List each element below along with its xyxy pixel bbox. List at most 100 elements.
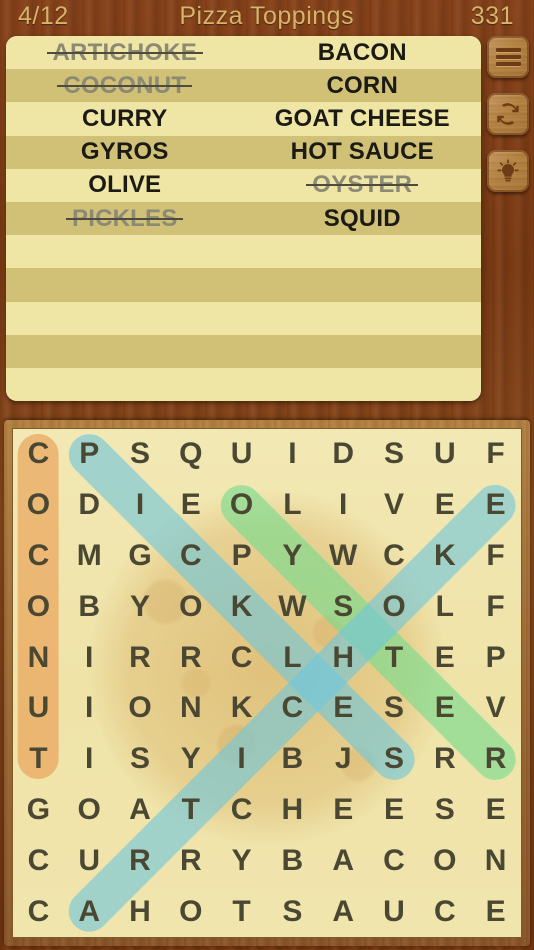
- grid-cell[interactable]: R: [115, 632, 166, 683]
- word-list-item[interactable]: PICKLES: [6, 205, 244, 233]
- grid-cell[interactable]: A: [318, 886, 369, 937]
- grid-cell[interactable]: V: [369, 480, 420, 531]
- grid-cell[interactable]: T: [13, 734, 64, 785]
- grid-cell[interactable]: O: [64, 785, 115, 836]
- grid-cell[interactable]: R: [165, 835, 216, 886]
- grid-cell[interactable]: H: [115, 886, 166, 937]
- grid-cell[interactable]: U: [369, 886, 420, 937]
- grid-cell[interactable]: L: [267, 480, 318, 531]
- grid-cell[interactable]: H: [318, 632, 369, 683]
- grid-cell[interactable]: P: [216, 531, 267, 582]
- grid-cell[interactable]: A: [318, 835, 369, 886]
- word-list-item[interactable]: OLIVE: [6, 171, 244, 199]
- grid-cell[interactable]: L: [267, 632, 318, 683]
- grid-cell[interactable]: Y: [165, 734, 216, 785]
- grid-cell[interactable]: D: [64, 480, 115, 531]
- grid-cell[interactable]: F: [470, 531, 521, 582]
- grid-cell[interactable]: N: [13, 632, 64, 683]
- grid-cell[interactable]: B: [267, 734, 318, 785]
- grid-cell[interactable]: S: [318, 581, 369, 632]
- grid-cell[interactable]: E: [419, 480, 470, 531]
- grid-cell[interactable]: T: [369, 632, 420, 683]
- grid-cell[interactable]: N: [165, 683, 216, 734]
- grid-cell[interactable]: M: [64, 531, 115, 582]
- grid-cell[interactable]: Y: [216, 835, 267, 886]
- grid-cell[interactable]: C: [13, 886, 64, 937]
- grid-cell[interactable]: P: [470, 632, 521, 683]
- grid-cell[interactable]: O: [165, 581, 216, 632]
- grid-cell[interactable]: O: [115, 683, 166, 734]
- grid-cell[interactable]: U: [419, 429, 470, 480]
- word-list-item[interactable]: CURRY: [6, 105, 244, 133]
- grid-cell[interactable]: Y: [115, 581, 166, 632]
- grid-cell[interactable]: Y: [267, 531, 318, 582]
- grid-cell[interactable]: C: [369, 835, 420, 886]
- grid-cell[interactable]: B: [64, 581, 115, 632]
- grid-cell[interactable]: E: [419, 632, 470, 683]
- grid-cell[interactable]: I: [267, 429, 318, 480]
- grid-cell[interactable]: O: [13, 581, 64, 632]
- grid-cell[interactable]: E: [470, 480, 521, 531]
- grid-cell[interactable]: H: [267, 785, 318, 836]
- grid-cell[interactable]: S: [369, 429, 420, 480]
- grid-cell[interactable]: I: [216, 734, 267, 785]
- grid-cell[interactable]: N: [470, 835, 521, 886]
- grid-cell[interactable]: J: [318, 734, 369, 785]
- grid-cell[interactable]: I: [115, 480, 166, 531]
- grid-cell[interactable]: E: [318, 683, 369, 734]
- grid-cell[interactable]: W: [318, 531, 369, 582]
- grid-cell[interactable]: C: [267, 683, 318, 734]
- grid-cell[interactable]: U: [13, 683, 64, 734]
- word-list-item[interactable]: BACON: [244, 39, 482, 67]
- word-list-item[interactable]: SQUID: [244, 205, 482, 233]
- grid-cell[interactable]: A: [115, 785, 166, 836]
- grid-cell[interactable]: L: [419, 581, 470, 632]
- grid-cell[interactable]: I: [64, 632, 115, 683]
- grid-cell[interactable]: I: [318, 480, 369, 531]
- grid-cell[interactable]: T: [165, 785, 216, 836]
- grid-cell[interactable]: R: [115, 835, 166, 886]
- word-list-item[interactable]: CORN: [244, 72, 482, 100]
- grid-cell[interactable]: O: [13, 480, 64, 531]
- word-list-item[interactable]: GYROS: [6, 138, 244, 166]
- grid-cell[interactable]: S: [369, 683, 420, 734]
- grid-cell[interactable]: U: [216, 429, 267, 480]
- grid-cell[interactable]: O: [419, 835, 470, 886]
- grid-cell[interactable]: S: [267, 886, 318, 937]
- grid-cell[interactable]: C: [165, 531, 216, 582]
- grid-cell[interactable]: B: [267, 835, 318, 886]
- grid-cell[interactable]: K: [216, 581, 267, 632]
- menu-button[interactable]: [487, 36, 529, 78]
- grid-cell[interactable]: C: [419, 886, 470, 937]
- grid-cell[interactable]: E: [369, 785, 420, 836]
- grid-cell[interactable]: G: [13, 785, 64, 836]
- word-list-item[interactable]: COCONUT: [6, 72, 244, 100]
- grid-cell[interactable]: S: [419, 785, 470, 836]
- grid-cell[interactable]: C: [13, 531, 64, 582]
- grid-cell[interactable]: E: [419, 683, 470, 734]
- grid-cell[interactable]: Q: [165, 429, 216, 480]
- grid-cell[interactable]: C: [13, 835, 64, 886]
- grid-cell[interactable]: E: [470, 785, 521, 836]
- grid-cell[interactable]: S: [115, 734, 166, 785]
- word-list-item[interactable]: GOAT CHEESE: [244, 105, 482, 133]
- grid-cell[interactable]: R: [419, 734, 470, 785]
- grid-cell[interactable]: E: [470, 886, 521, 937]
- word-list-item[interactable]: OYSTER: [244, 171, 482, 199]
- refresh-button[interactable]: [487, 93, 529, 135]
- grid-cell[interactable]: G: [115, 531, 166, 582]
- grid-cell[interactable]: O: [165, 886, 216, 937]
- letter-grid[interactable]: CPSQUIDSUFODIEOLIVEECMGCPYWCKFOBYOKWSOLF…: [12, 428, 522, 938]
- grid-cell[interactable]: P: [64, 429, 115, 480]
- word-list-item[interactable]: ARTICHOKE: [6, 39, 244, 67]
- hint-button[interactable]: [487, 150, 529, 192]
- grid-cell[interactable]: C: [369, 531, 420, 582]
- grid-cell[interactable]: C: [216, 785, 267, 836]
- grid-cell[interactable]: D: [318, 429, 369, 480]
- grid-cell[interactable]: R: [165, 632, 216, 683]
- grid-cell[interactable]: F: [470, 429, 521, 480]
- grid-cell[interactable]: T: [216, 886, 267, 937]
- grid-cell[interactable]: I: [64, 683, 115, 734]
- grid-cell[interactable]: O: [369, 581, 420, 632]
- grid-cell[interactable]: O: [216, 480, 267, 531]
